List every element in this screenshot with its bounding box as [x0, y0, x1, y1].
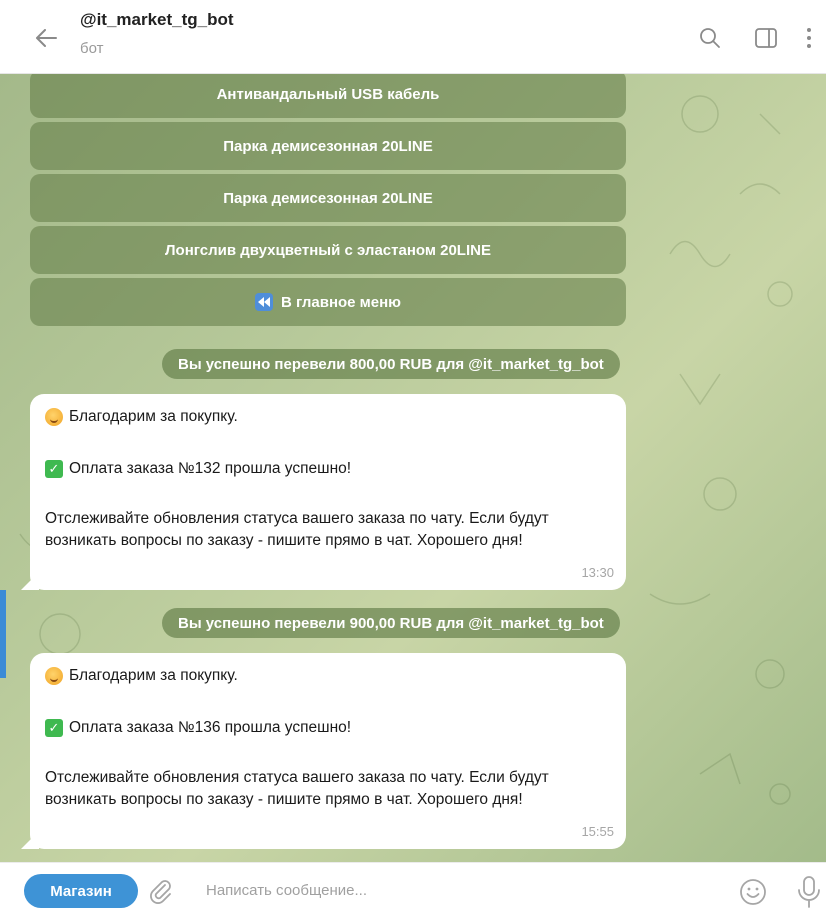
- thanks-text: Благодарим за покупку.: [69, 667, 238, 684]
- smiling-face-icon: [45, 667, 63, 685]
- chat-header: @it_market_tg_bot бот: [0, 0, 826, 74]
- thanks-line: Благодарим за покупку.: [45, 406, 610, 428]
- paperclip-icon[interactable]: [146, 877, 174, 905]
- search-icon[interactable]: [690, 18, 730, 58]
- payment-line: ✓ Оплата заказа №132 прошла успешно!: [45, 458, 610, 480]
- chat-area[interactable]: Антивандальный USB кабель Парка демисезо…: [0, 74, 826, 862]
- unread-indicator: [0, 590, 6, 678]
- message-bubble[interactable]: Благодарим за покупку. ✓ Оплата заказа №…: [21, 653, 626, 849]
- rewind-icon: [254, 293, 273, 311]
- message-bubble[interactable]: Благодарим за покупку. ✓ Оплата заказа №…: [21, 394, 626, 590]
- payment-service-message: Вы успешно перевели 900,00 RUB для @it_m…: [162, 608, 620, 638]
- message-input[interactable]: [206, 877, 706, 903]
- more-icon[interactable]: [794, 18, 824, 58]
- payment-text: Оплата заказа №132 прошла успешно!: [69, 460, 352, 477]
- chat-title[interactable]: @it_market_tg_bot: [80, 10, 234, 30]
- check-mark-icon: ✓: [45, 460, 63, 478]
- check-mark-icon: ✓: [45, 719, 63, 737]
- sidebar-toggle-icon[interactable]: [746, 18, 786, 58]
- message-input-bar: Магазин: [0, 862, 826, 914]
- track-text: Отслеживайте обновления статуса вашего з…: [45, 769, 549, 808]
- shop-button[interactable]: Магазин: [24, 874, 138, 908]
- payment-line: ✓ Оплата заказа №136 прошла успешно!: [45, 717, 610, 739]
- keyboard-button-parka-1[interactable]: Парка демисезонная 20LINE: [30, 122, 626, 170]
- payment-service-message: Вы успешно перевели 800,00 RUB для @it_m…: [162, 349, 620, 379]
- message-time: 15:55: [581, 824, 614, 839]
- microphone-icon[interactable]: [796, 875, 822, 909]
- chat-subtitle: бот: [80, 40, 104, 57]
- thanks-line: Благодарим за покупку.: [45, 665, 610, 687]
- track-text: Отслеживайте обновления статуса вашего з…: [45, 510, 549, 549]
- keyboard-button-usb-cable[interactable]: Антивандальный USB кабель: [30, 74, 626, 118]
- back-arrow-icon[interactable]: [26, 18, 66, 58]
- keyboard-button-longsleeve[interactable]: Лонгслив двухцветный с эластаном 20LINE: [30, 226, 626, 274]
- keyboard-button-parka-2[interactable]: Парка демисезонная 20LINE: [30, 174, 626, 222]
- emoji-icon[interactable]: [738, 877, 768, 907]
- main-menu-label: В главное меню: [280, 293, 401, 311]
- smiling-face-icon: [45, 408, 63, 426]
- payment-text: Оплата заказа №136 прошла успешно!: [69, 719, 352, 736]
- message-time: 13:30: [581, 565, 614, 580]
- keyboard-button-main-menu[interactable]: В главное меню: [30, 278, 626, 326]
- thanks-text: Благодарим за покупку.: [69, 408, 238, 425]
